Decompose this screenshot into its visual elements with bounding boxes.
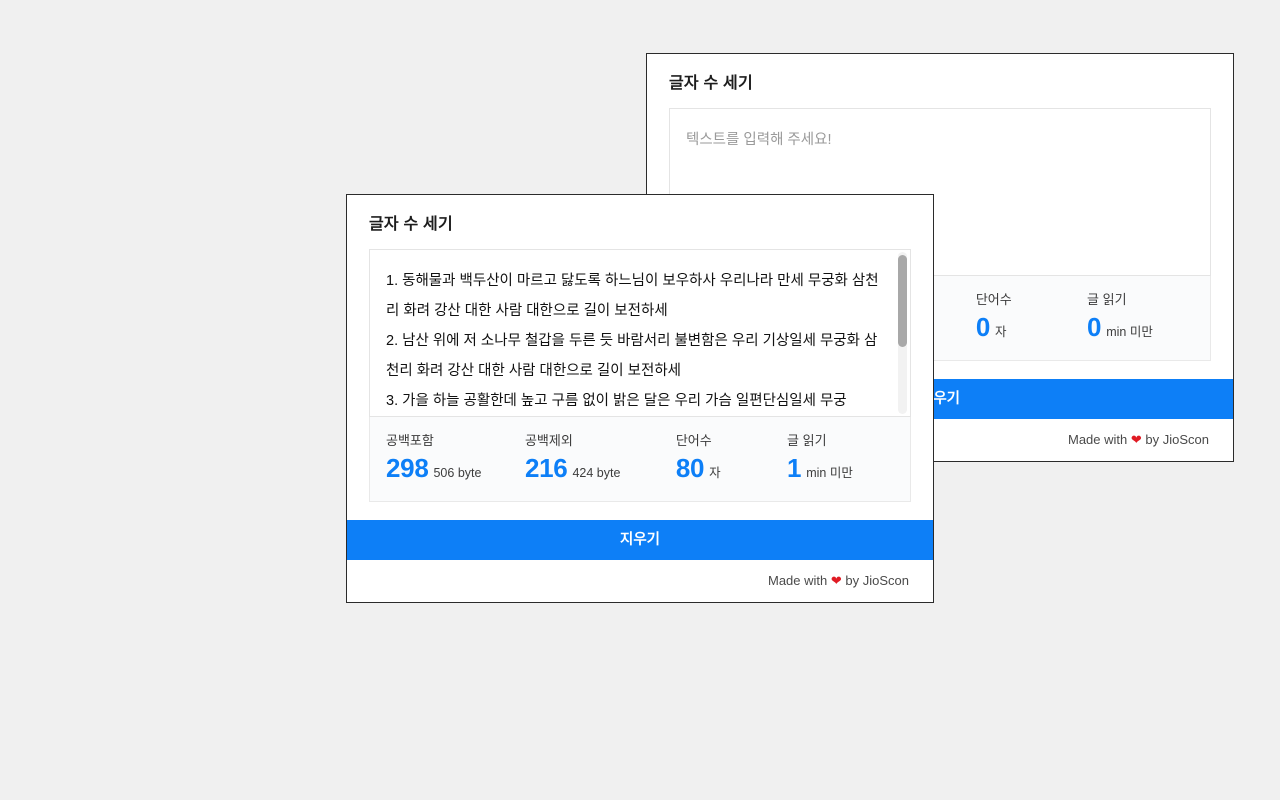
- stat-label: 단어수: [675, 433, 712, 449]
- stat-chars-with-spaces: 공백포함 298 506 byte: [370, 433, 509, 482]
- clear-button[interactable]: 지우기: [347, 520, 933, 560]
- stat-value-row: 80 자: [676, 454, 771, 483]
- editor-scrollbar[interactable]: [898, 252, 907, 415]
- stat-label: 글 읽기: [1087, 292, 1127, 308]
- stat-unit: 506 byte: [433, 466, 482, 481]
- scrollbar-thumb[interactable]: [898, 255, 907, 348]
- stat-unit: 자: [995, 325, 1007, 340]
- footer-prefix: Made with: [768, 573, 828, 588]
- stat-number: 0: [975, 312, 990, 343]
- heart-icon: ❤: [1130, 432, 1142, 447]
- page-title: 글자 수 세기: [669, 75, 753, 92]
- stat-label: 글 읽기: [787, 433, 827, 449]
- heart-icon: ❤: [830, 573, 842, 588]
- stat-label: 공백포함: [386, 433, 434, 449]
- stat-unit: 자: [709, 466, 721, 481]
- footer-suffix: by JioScon: [845, 573, 909, 588]
- stat-number: 298: [386, 453, 429, 484]
- stat-unit: min 미만: [1106, 325, 1153, 340]
- stat-unit: 424 byte: [572, 466, 621, 481]
- stat-word-count: 단어수 0 자: [960, 292, 1071, 341]
- character-counter-window-front[interactable]: 글자 수 세기 1. 동해물과 백두산이 마르고 닳도록 하느님이 보우하사 우…: [346, 194, 934, 603]
- stat-reading-time: 글 읽기 0 min 미만: [1071, 292, 1210, 341]
- stat-value-row: 298 506 byte: [386, 454, 509, 483]
- stat-chars-without-spaces: 공백제외 216 424 byte: [509, 433, 660, 482]
- stat-label: 공백제외: [524, 433, 573, 449]
- stat-value-row: 0 자: [976, 313, 1071, 342]
- stat-value-row: 1 min 미만: [787, 454, 910, 483]
- stat-unit: min 미만: [806, 466, 853, 481]
- footer-credit: Made with ❤ by JioScon: [347, 560, 933, 602]
- stat-word-count: 단어수 80 자: [660, 433, 771, 482]
- stat-number: 0: [1087, 312, 1102, 343]
- stat-value-row: 216 424 byte: [525, 454, 660, 483]
- footer-prefix: Made with: [1068, 432, 1128, 447]
- editor-text-content[interactable]: 1. 동해물과 백두산이 마르고 닳도록 하느님이 보우하사 우리나라 만세 무…: [370, 250, 910, 416]
- stat-reading-time: 글 읽기 1 min 미만: [771, 433, 910, 482]
- window-body: 글자 수 세기 1. 동해물과 백두산이 마르고 닳도록 하느님이 보우하사 우…: [347, 195, 933, 520]
- stat-label: 단어수: [975, 292, 1012, 308]
- text-editor-area[interactable]: 1. 동해물과 백두산이 마르고 닳도록 하느님이 보우하사 우리나라 만세 무…: [369, 249, 911, 418]
- desktop-background: 글자 수 세기 텍스트를 입력해 주세요! 공백포함 0 0 byte 공백제외…: [0, 0, 1280, 800]
- editor-placeholder-text: 텍스트를 입력해 주세요!: [686, 132, 832, 149]
- stat-number: 80: [675, 453, 705, 484]
- page-title: 글자 수 세기: [369, 216, 453, 233]
- statistics-panel: 공백포함 298 506 byte 공백제외 216 424 byte 단어수: [369, 417, 911, 502]
- stat-number: 216: [524, 453, 568, 484]
- stat-number: 1: [787, 453, 802, 484]
- footer-suffix: by JioScon: [1145, 432, 1209, 447]
- stat-value-row: 0 min 미만: [1087, 313, 1210, 342]
